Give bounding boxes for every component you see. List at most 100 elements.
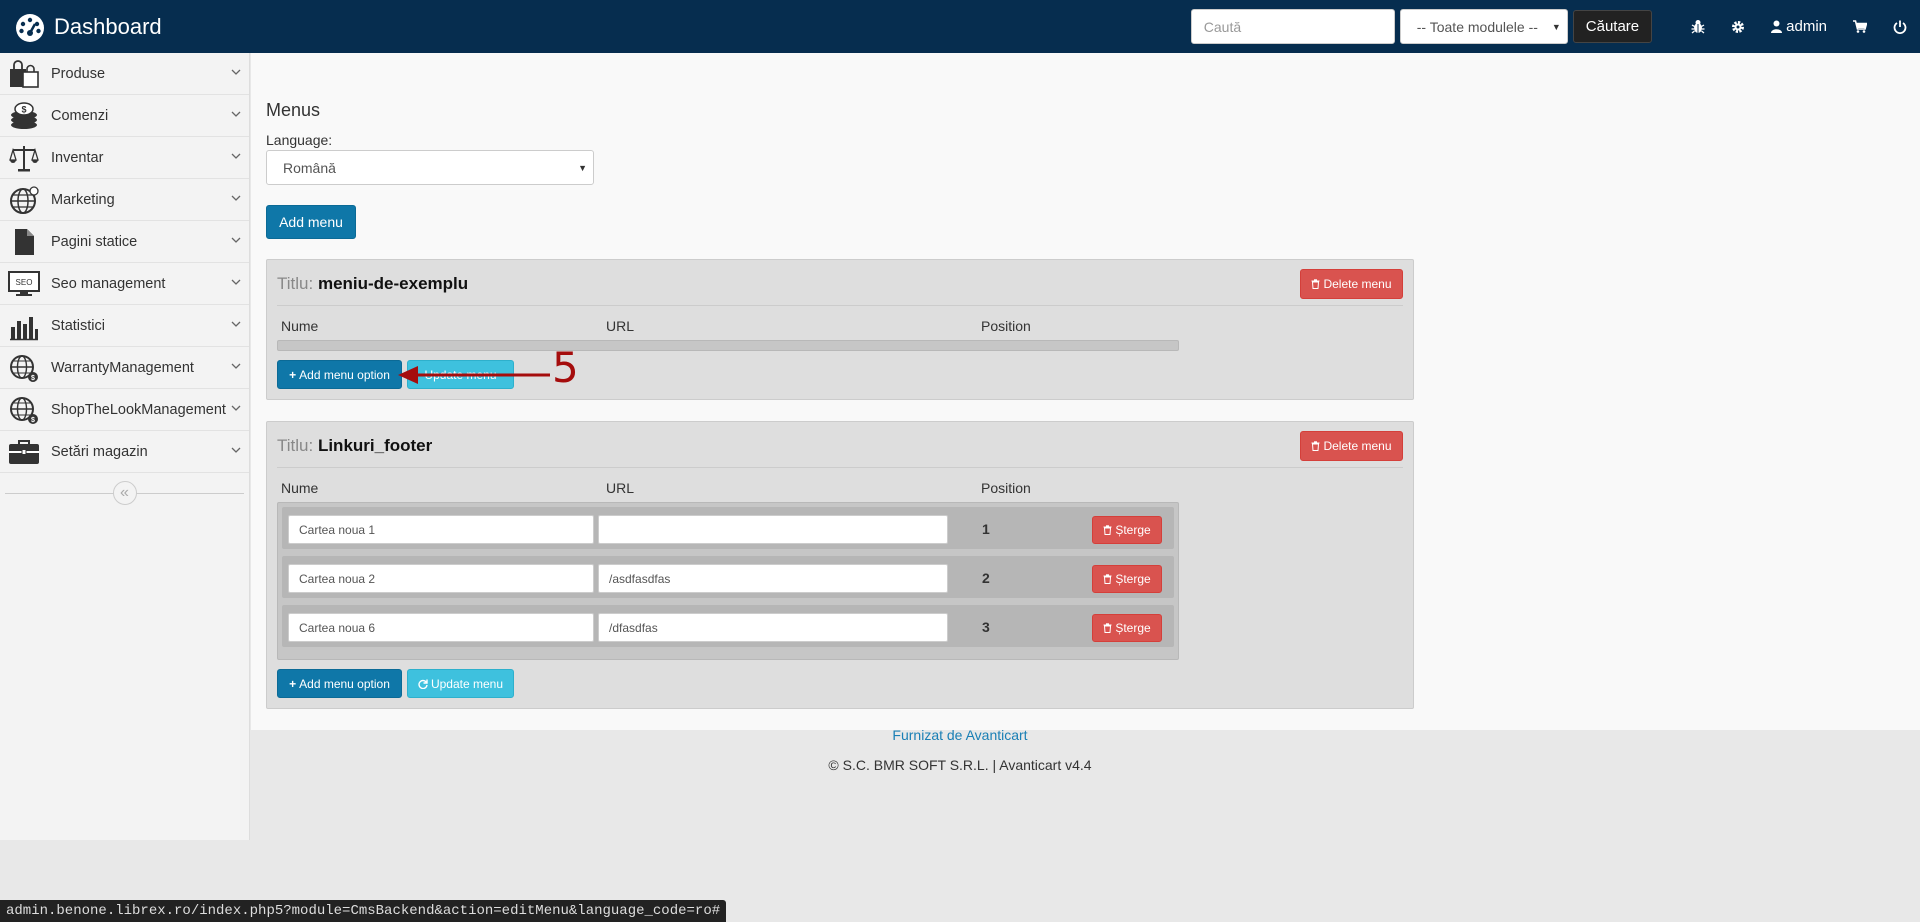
shopping-bags-icon [7,57,41,91]
menu-panel: Titlu: Linkuri_footer Delete menu Nume U… [266,421,1414,709]
menu-option-row: Cartea noua 1 1 Șterge [282,507,1174,549]
sidebar-item-label: ShopTheLookManagement [51,401,226,418]
chevron-down-icon [231,69,241,75]
gear-icon[interactable] [1731,20,1745,34]
chevron-down-icon [231,363,241,369]
user-icon [1771,20,1783,33]
svg-text:SEO: SEO [16,278,33,287]
trash-icon [1311,441,1320,451]
sidebar-item-seo-management[interactable]: SEO Seo management [0,263,249,305]
briefcase-icon [7,435,41,469]
option-url-input[interactable] [598,515,948,544]
language-select-value: Română [283,159,336,176]
caret-down-icon: ▼ [578,163,587,173]
delete-option-label: Șterge [1115,621,1151,635]
option-url-input[interactable]: /asdfasdfas [598,564,948,593]
power-icon[interactable] [1893,20,1907,34]
footer-link[interactable]: Furnizat de Avanticart [250,727,1670,743]
delete-option-button[interactable]: Șterge [1092,565,1162,593]
bar-chart-icon [7,309,41,343]
chevron-down-icon [231,195,241,201]
divider [277,467,1403,468]
status-bar-url: admin.benone.librex.ro/index.php5?module… [0,900,727,922]
chevron-down-icon [231,405,241,411]
update-menu-button[interactable]: Update menu [407,360,514,389]
chevron-down-icon [231,279,241,285]
cart-icon[interactable] [1853,20,1867,33]
sidebar-item-inventar[interactable]: Inventar [0,137,249,179]
delete-option-button[interactable]: Șterge [1092,614,1162,642]
sidebar-item-label: Setări magazin [51,443,148,460]
brand-title: Dashboard [54,13,162,39]
globe-dollar-icon: $ [7,351,41,385]
search-input[interactable] [1190,9,1395,44]
seo-monitor-icon: SEO [7,267,41,301]
delete-menu-label: Delete menu [1323,439,1392,453]
sidebar-item-setari-magazin[interactable]: Setări magazin [0,431,249,473]
main-content: Menus Language: Română ▼ Add menu Titlu:… [251,53,1920,730]
option-name-input[interactable]: Cartea noua 6 [288,613,594,642]
update-menu-button[interactable]: Update menu [407,669,514,698]
option-position: 2 [982,570,990,586]
bug-icon[interactable] [1691,19,1705,34]
update-menu-label: Update menu [430,676,504,691]
update-menu-label: Update menu [424,367,497,382]
option-name-input[interactable]: Cartea noua 2 [288,564,594,593]
globe-icon [7,183,41,217]
menu-panel: Titlu: meniu-de-exemplu Delete menu Nume… [266,259,1414,400]
delete-menu-button[interactable]: Delete menu [1300,269,1403,299]
sidebar-item-pagini-statice[interactable]: Pagini statice [0,221,249,263]
sidebar-item-comenzi[interactable]: $ Comenzi [0,95,249,137]
plus-icon: + [289,676,297,691]
page-title: Menus [266,100,321,120]
sidebar-item-label: Marketing [51,191,115,208]
top-navbar: Dashboard -- Toate modulele -- ▼ Căutare… [0,0,1920,53]
column-header-position: Position [981,318,1031,334]
menu-title-value: Linkuri_footer [317,436,433,455]
sidebar-item-marketing[interactable]: Marketing [0,179,249,221]
sidebar-item-warrantymanagement[interactable]: $ WarrantyManagement [0,347,249,389]
option-url-input[interactable]: /dfasdfas [598,613,948,642]
sidebar-item-label: Seo management [51,275,166,292]
language-label: Language: [266,132,333,148]
user-menu[interactable]: admin [1771,18,1827,35]
collapse-sidebar-icon[interactable]: « [112,481,137,505]
trash-icon [1103,623,1112,633]
menu-title-label: Titlu: [277,274,314,293]
trash-icon [1103,525,1112,535]
menu-title-label: Titlu: [277,436,314,455]
trash-icon [1311,279,1320,289]
menu-option-row: Cartea noua 6 /dfasdfas 3 Șterge [282,605,1174,647]
svg-text:$: $ [31,417,35,424]
column-header-position: Position [981,480,1031,496]
brand[interactable]: Dashboard [0,0,162,53]
sidebar-item-produse[interactable]: Produse [0,53,249,95]
delete-menu-button[interactable]: Delete menu [1300,431,1403,461]
sidebar-item-label: Pagini statice [51,233,138,250]
chevron-down-icon [231,237,241,243]
add-menu-button[interactable]: Add menu [266,205,356,239]
sidebar-collapse-row: « [0,473,249,513]
sidebar-item-label: Statistici [51,317,105,334]
delete-menu-label: Delete menu [1323,277,1392,291]
sidebar-item-statistici[interactable]: Statistici [0,305,249,347]
module-select[interactable]: -- Toate modulele -- ▼ [1399,9,1568,44]
menu-options-list [277,340,1179,351]
caret-down-icon: ▼ [1551,22,1561,32]
dashboard-gauge-icon [16,13,44,42]
option-position: 1 [982,521,990,537]
sidebar-item-shopthelookmanagement[interactable]: $ ShopTheLookManagement [0,389,249,431]
menu-title-value: meniu-de-exemplu [317,274,469,293]
delete-option-button[interactable]: Șterge [1092,516,1162,544]
add-menu-option-label: Add menu option [299,676,390,691]
menu-option-row: Cartea noua 2 /asdfasdfas 2 Șterge [282,556,1174,598]
add-menu-option-button[interactable]: + Add menu option [277,669,402,698]
option-name-input[interactable]: Cartea noua 1 [288,515,594,544]
document-icon [7,225,41,259]
menu-title: Titlu: meniu-de-exemplu [277,274,468,294]
search-button[interactable]: Căutare [1572,10,1653,43]
add-menu-option-button[interactable]: + Add menu option [277,360,402,389]
coins-icon: $ [7,99,41,133]
language-select[interactable]: Română ▼ [266,150,594,185]
add-menu-option-label: Add menu option [299,367,390,382]
